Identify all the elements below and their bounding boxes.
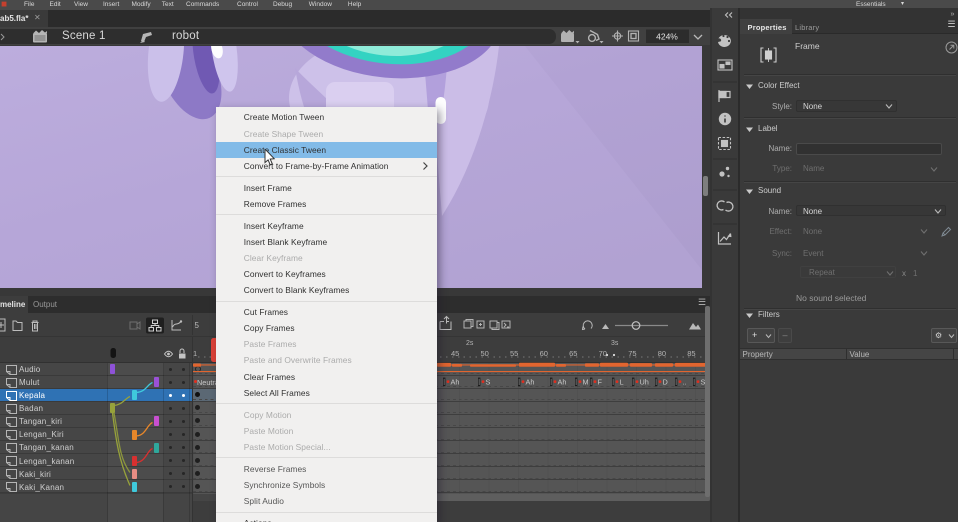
svg-text:L: L: [620, 378, 624, 387]
svg-text:S: S: [486, 378, 491, 387]
svg-text:..: ..: [683, 378, 687, 387]
svg-text:F: F: [598, 378, 603, 387]
svg-text:Ah: Ah: [526, 378, 535, 387]
svg-text:Uh: Uh: [640, 378, 649, 387]
svg-text:D: D: [663, 378, 668, 387]
svg-text:Ah: Ah: [558, 378, 567, 387]
svg-text:Ah: Ah: [451, 378, 460, 387]
svg-text:M: M: [583, 378, 589, 387]
svg-text:424%: 424%: [656, 31, 678, 41]
